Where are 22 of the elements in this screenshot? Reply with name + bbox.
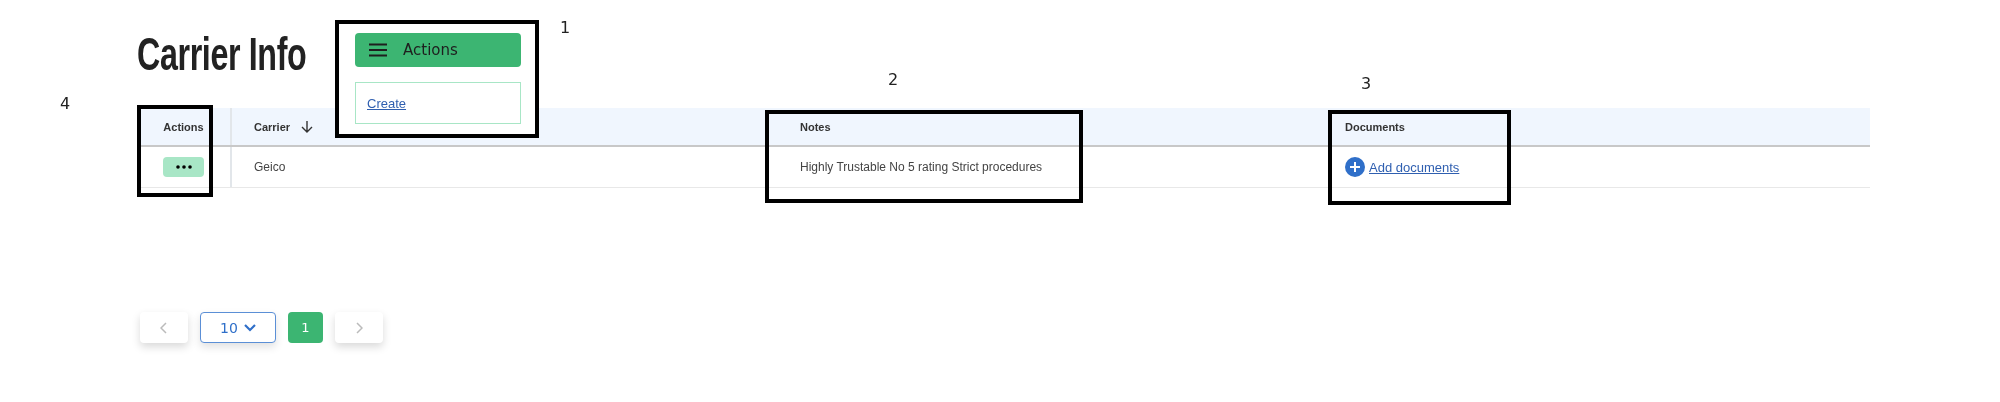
add-documents-link[interactable]: Add documents [1369, 159, 1460, 175]
page-size-select[interactable]: 10 [200, 312, 276, 343]
add-icon[interactable] [1345, 157, 1365, 177]
chevron-down-icon [243, 323, 256, 332]
annotation-number: 3 [1361, 74, 1372, 93]
chevron-left-icon [160, 321, 168, 334]
annotation-number: 4 [60, 94, 71, 113]
menu-item[interactable]: Create [355, 82, 521, 124]
table-cell: Highly Trustable No 5 rating Strict procedures [800, 160, 1043, 174]
menu-icon [369, 43, 387, 57]
table-cell: Geico [254, 160, 286, 174]
column-header[interactable]: Documents [1345, 108, 1870, 145]
create-link[interactable]: Create [367, 95, 407, 111]
chevron-right-icon [355, 321, 363, 334]
actions-button[interactable]: Actions [355, 33, 521, 67]
page-title: Carrier Info [137, 27, 307, 82]
column-header[interactable]: Notes [800, 108, 1345, 145]
column-header[interactable]: Actions [137, 108, 232, 145]
annotation-number: 2 [888, 70, 899, 89]
more-icon [175, 165, 192, 169]
more-button[interactable] [163, 157, 204, 177]
annotation-number: 1 [560, 18, 571, 37]
